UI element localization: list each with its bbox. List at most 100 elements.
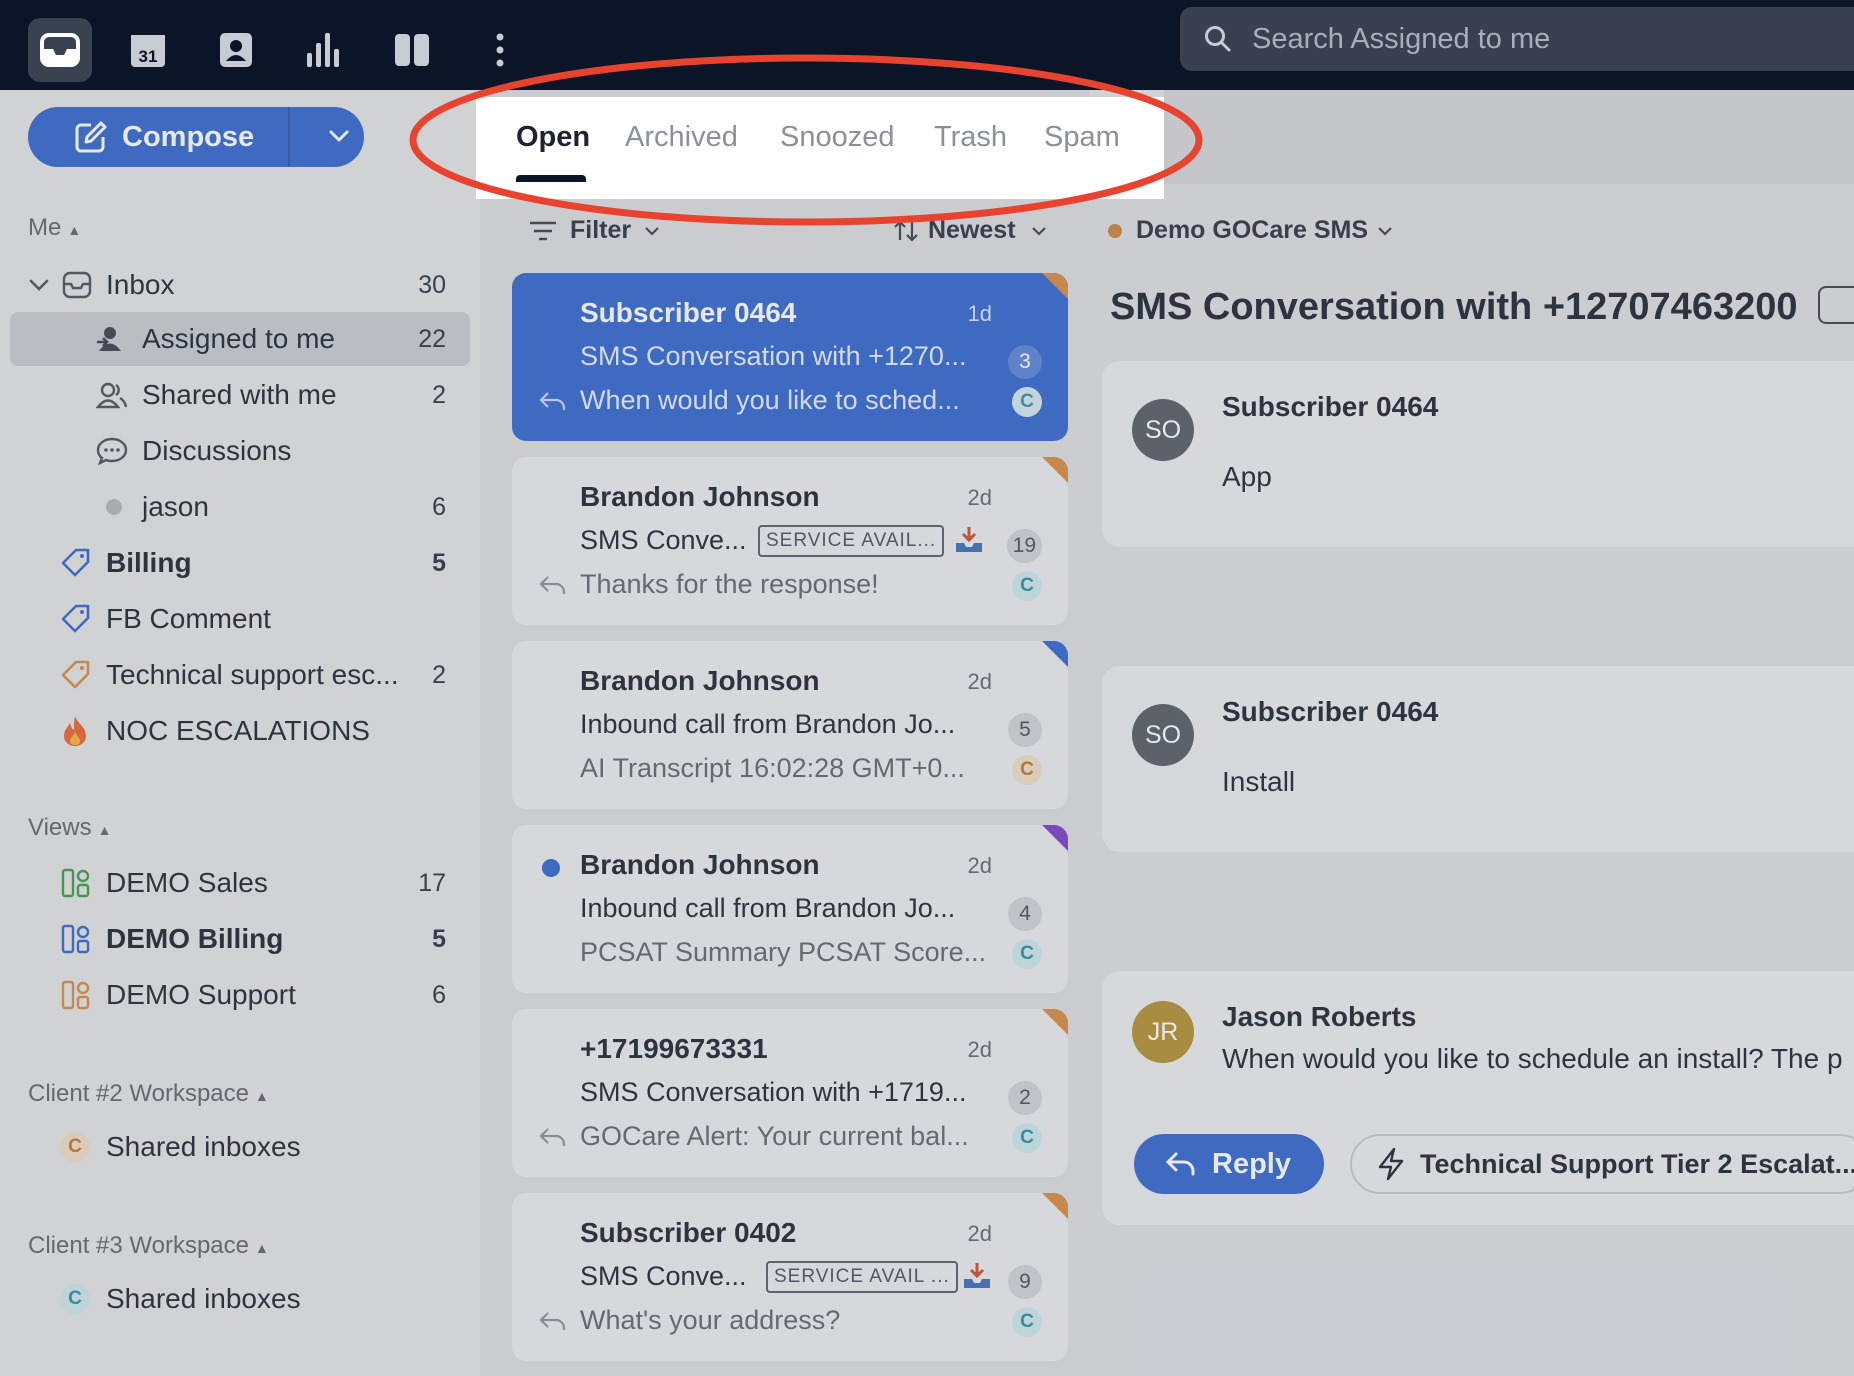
tab-spam[interactable]: Spam — [1044, 121, 1120, 154]
conversation-time: 2d — [967, 853, 992, 878]
tab-archived[interactable]: Archived — [625, 121, 738, 154]
assigned-user-icon — [97, 327, 121, 351]
conversation-card[interactable]: Brandon Johnson 2d SMS Conve... SERVICE … — [512, 457, 1068, 625]
conversation-card[interactable]: Subscriber 0464 1d SMS Conversation with… — [512, 273, 1068, 441]
view-item-count: 17 — [418, 868, 446, 897]
me-header-label: Me — [28, 214, 62, 241]
workspace3-section-header[interactable]: Client #3 Workspace ▲ — [28, 1232, 269, 1260]
archive-icon[interactable] — [1818, 286, 1854, 324]
reply-arrow-icon — [539, 1128, 566, 1146]
conversation-card[interactable]: Subscriber 0402 2d SMS Conve... SERVICE … — [512, 1193, 1068, 1361]
analytics-icon[interactable] — [292, 18, 356, 82]
filter-icon — [530, 221, 556, 240]
tag-corner — [1042, 273, 1068, 299]
compose-label: Compose — [122, 120, 255, 153]
message-count-badge: 4 — [1008, 897, 1042, 931]
conversation-time: 2d — [967, 669, 992, 694]
filter-button[interactable]: Filter — [528, 216, 661, 245]
workspace2-shared-inboxes[interactable]: C Shared inboxes — [10, 1120, 470, 1174]
tab-trash[interactable]: Trash — [934, 121, 1007, 154]
conversation-subject: Inbound call from Brandon Jo... — [580, 893, 956, 923]
contacts-icon[interactable] — [204, 18, 268, 82]
sidebar-item-count: 2 — [432, 380, 446, 409]
conversation-card[interactable]: Brandon Johnson 2d Inbound call from Bra… — [512, 641, 1068, 809]
message-card[interactable]: SO Subscriber 0464 Install — [1102, 666, 1854, 852]
view-item-demo-support[interactable]: DEMO Support 6 — [10, 968, 470, 1022]
me-section-header[interactable]: Me ▲ — [28, 214, 81, 242]
sidebar-item-label: FB Comment — [106, 603, 271, 634]
message-count-badge: 9 — [1008, 1265, 1042, 1299]
sidebar-item-discussions[interactable]: Discussions — [10, 424, 470, 478]
message-count-badge: 5 — [1008, 713, 1042, 747]
tag-icon — [61, 604, 90, 633]
sidebar-item-technical-support[interactable]: Technical support esc... 2 — [10, 648, 470, 702]
macro-label: Technical Support Tier 2 Escalat... — [1420, 1148, 1854, 1179]
view-item-demo-sales[interactable]: DEMO Sales 17 — [10, 856, 470, 910]
compose-button[interactable]: Compose — [28, 107, 364, 167]
sidebar-item-billing[interactable]: Billing 5 — [10, 536, 470, 590]
view-icon — [61, 980, 90, 1010]
conversation-card[interactable]: +17199673331 2d SMS Conversation with +1… — [512, 1009, 1068, 1177]
chevron-down-icon[interactable] — [28, 274, 50, 296]
conversation-sender: Subscriber 0402 — [580, 1217, 797, 1248]
inbox-selector[interactable]: Demo GOCare SMS — [1108, 216, 1394, 245]
chevron-down-icon — [645, 226, 659, 236]
conversation-time: 2d — [967, 485, 992, 510]
sidebar: Compose Me ▲ Inbox 30 Assigned to me 22 S… — [0, 90, 480, 1376]
compose-icon — [75, 121, 107, 153]
status-dot-icon — [106, 499, 122, 515]
sort-button[interactable]: Newest — [892, 216, 1048, 245]
split-view-icon[interactable] — [380, 18, 444, 82]
sidebar-item-assigned-to-me[interactable]: Assigned to me 22 — [10, 312, 470, 366]
search-icon — [1205, 26, 1231, 52]
views-section-header[interactable]: Views ▲ — [28, 814, 111, 842]
message-count-badge: 3 — [1008, 345, 1042, 379]
workspace3-shared-inboxes[interactable]: C Shared inboxes — [10, 1272, 470, 1326]
collapse-caret-icon: ▲ — [255, 1240, 269, 1256]
view-item-label: DEMO Billing — [106, 923, 284, 954]
view-icon — [61, 924, 90, 954]
assignee-avatar: C — [1012, 571, 1042, 601]
sidebar-item-count: 30 — [418, 270, 446, 299]
conversation-subject: SMS Conve... — [580, 1261, 747, 1291]
reply-arrow-icon — [539, 1312, 566, 1330]
conversation-time: 1d — [967, 301, 992, 326]
fire-icon — [64, 716, 86, 746]
sidebar-item-fb-comment[interactable]: FB Comment — [10, 592, 470, 646]
message-body: When would you like to schedule an insta… — [1222, 1043, 1843, 1074]
conversation-preview: AI Transcript 16:02:28 GMT+0... — [580, 753, 965, 783]
message-card[interactable]: SO Subscriber 0464 App — [1102, 361, 1854, 547]
conversation-card[interactable]: Brandon Johnson 2d Inbound call from Bra… — [512, 825, 1068, 993]
sidebar-item-label: Assigned to me — [142, 323, 335, 354]
search-placeholder: Search Assigned to me — [1252, 22, 1551, 55]
sidebar-item-count: 2 — [432, 660, 446, 689]
shared-users-icon — [96, 382, 128, 409]
sidebar-item-noc-escalations[interactable]: NOC ESCALATIONS — [10, 704, 470, 758]
top-bar: 31 Search Assigned to me — [0, 0, 1854, 90]
sidebar-item-jason[interactable]: jason 6 — [10, 480, 470, 534]
macro-button[interactable]: Technical Support Tier 2 Escalat... — [1350, 1134, 1854, 1194]
sidebar-item-label: NOC ESCALATIONS — [106, 715, 370, 746]
reply-arrow-icon — [1165, 1152, 1195, 1176]
calendar-icon[interactable]: 31 — [116, 18, 180, 82]
conversation-subject: Inbound call from Brandon Jo... — [580, 709, 956, 739]
inbox-tray-emoji-icon — [964, 1263, 990, 1288]
conversation-preview: PCSAT Summary PCSAT Score... — [580, 937, 987, 967]
search-input[interactable]: Search Assigned to me — [1180, 7, 1854, 71]
inbox-icon[interactable] — [28, 18, 92, 82]
reply-button[interactable]: Reply — [1134, 1134, 1324, 1194]
compose-separator — [288, 107, 290, 167]
assignee-avatar: C — [1012, 387, 1042, 417]
sidebar-item-inbox[interactable]: Inbox 30 — [10, 258, 470, 312]
workspace2-section-header[interactable]: Client #2 Workspace ▲ — [28, 1080, 269, 1108]
conversation-preview: GOCare Alert: Your current bal... — [580, 1121, 969, 1151]
tab-open[interactable]: Open — [516, 121, 590, 154]
message-count-badge: 19 — [1006, 529, 1042, 563]
compose-dropdown-icon[interactable] — [324, 121, 354, 151]
sidebar-item-shared-with-me[interactable]: Shared with me 2 — [10, 368, 470, 422]
more-icon[interactable] — [468, 18, 532, 82]
tag-icon — [61, 660, 90, 689]
sender-avatar: JR — [1132, 1001, 1194, 1063]
tab-snoozed[interactable]: Snoozed — [780, 121, 895, 154]
view-item-demo-billing[interactable]: DEMO Billing 5 — [10, 912, 470, 966]
